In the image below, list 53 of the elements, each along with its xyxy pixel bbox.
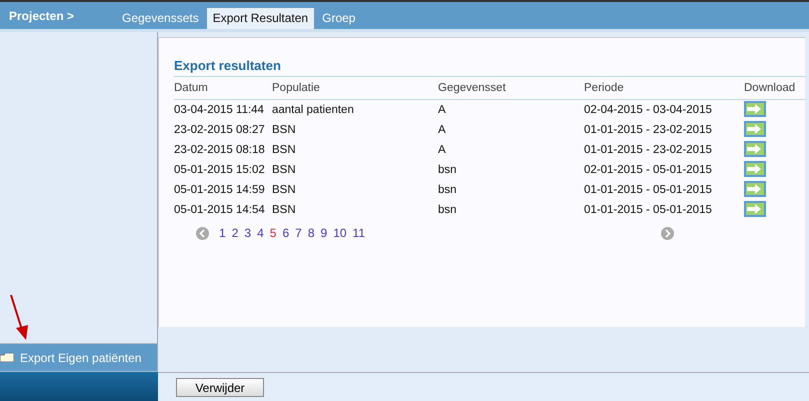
table-cell-text: 05-01-2015 14:59 [174, 184, 266, 196]
folder-icon [0, 353, 14, 362]
table-cell-text: BSN [272, 164, 297, 176]
column-header: Periode [584, 82, 625, 94]
delete-button[interactable]: Verwijder [176, 378, 264, 397]
download-icon[interactable] [744, 160, 766, 176]
arrow-icon [8, 294, 30, 342]
table-cell-text: 01-01-2015 - 05-01-2015 [584, 204, 713, 216]
table-cell-text: bsn [438, 164, 458, 176]
table-cell-text: 01-01-2015 - 23-02-2015 [584, 124, 713, 136]
table-cell-text: BSN [272, 124, 297, 136]
page-link[interactable]: 6 [282, 226, 290, 240]
table-cell-text: 03-04-2015 11:44 [174, 104, 265, 116]
table-cell-text: A [438, 144, 447, 156]
table-cell-text: 01-01-2015 - 05-01-2015 [584, 184, 713, 196]
table-cell-text: 23-02-2015 08:27 [174, 124, 266, 136]
download-icon[interactable] [744, 180, 766, 196]
page-link[interactable]: 7 [295, 226, 302, 240]
table-cell-text: bsn [438, 204, 458, 216]
column-header: Populatie [272, 82, 321, 94]
table-cell-text: BSN [272, 184, 297, 196]
table-cell-text: 02-04-2015 - 03-04-2015 [584, 104, 713, 116]
table-cell-text: aantal patienten [272, 104, 355, 116]
page-link[interactable]: 8 [308, 226, 314, 240]
page-link[interactable]: 5 [270, 226, 276, 240]
page-link[interactable]: 1 [219, 226, 226, 240]
table-cell-text: A [438, 104, 447, 116]
table-cell-text: 01-01-2015 - 23-02-2015 [584, 144, 713, 156]
table-cell-text: 23-02-2015 08:18 [174, 144, 266, 156]
download-icon[interactable] [744, 200, 766, 216]
table-cell-text: BSN [272, 144, 297, 156]
tab[interactable]: Export Resultaten [206, 8, 314, 29]
page-link[interactable]: 10 [333, 226, 347, 240]
table-cell-text: bsn [438, 184, 458, 196]
next-icon[interactable] [661, 226, 674, 240]
table-cell-text: BSN [272, 204, 297, 216]
page-link[interactable]: 4 [257, 226, 264, 240]
page-link[interactable]: 3 [244, 226, 252, 240]
download-icon[interactable] [744, 120, 766, 136]
column-header: Datum [174, 82, 209, 94]
download-icon[interactable] [744, 100, 766, 116]
page-link[interactable]: 11 [352, 226, 366, 240]
column-header: Download [744, 82, 796, 94]
table-cell-text: A [438, 124, 447, 136]
table-cell-text: 05-01-2015 15:02 [174, 164, 266, 176]
table-cell-text: 05-01-2015 14:54 [174, 204, 266, 216]
panel-title: Export resultaten [174, 58, 805, 77]
page-link[interactable]: 9 [320, 226, 328, 240]
column-header: Gegevensset [438, 82, 507, 94]
previous-icon[interactable] [196, 226, 209, 240]
page-link[interactable]: 2 [232, 226, 238, 240]
download-icon[interactable] [744, 140, 766, 156]
table-cell-text: 02-01-2015 - 05-01-2015 [584, 164, 713, 176]
